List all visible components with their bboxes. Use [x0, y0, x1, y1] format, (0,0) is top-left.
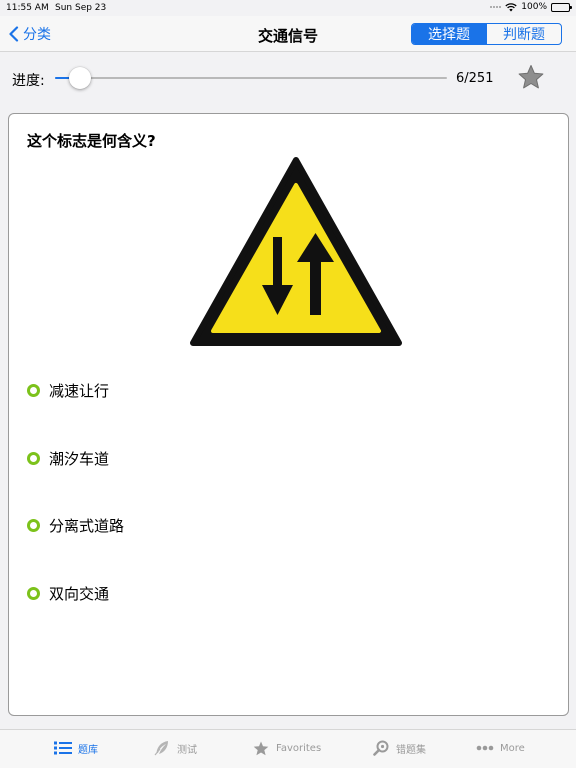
question-type-segmented-control: 选择题 判断题 [411, 23, 562, 45]
status-time: 11:55 AM [6, 3, 49, 13]
radio-icon [27, 452, 40, 465]
tab-favorites[interactable]: Favorites [252, 740, 321, 756]
tab-label: 错题集 [396, 744, 426, 756]
option-label: 减速让行 [49, 382, 110, 400]
tab-label: 测试 [177, 744, 197, 756]
option-slow-yield[interactable]: 减速让行 [27, 380, 109, 401]
slider-track [55, 77, 447, 79]
wifi-icon [505, 2, 517, 11]
segment-true-false[interactable]: 判断题 [486, 24, 561, 44]
option-label: 分离式道路 [49, 517, 125, 535]
segment-multiple-choice[interactable]: 选择题 [412, 24, 486, 44]
signal-dots-icon [490, 6, 502, 8]
option-divided-road[interactable]: 分离式道路 [27, 515, 124, 536]
feather-icon [153, 740, 171, 756]
option-label: 双向交通 [49, 585, 110, 603]
question-card: 这个标志是何含义? 减速让行 潮汐车道 分离式道路 双向交通 [8, 113, 569, 716]
battery-percent: 100% [521, 2, 547, 12]
tab-wrong-answers[interactable]: 错题集 [372, 740, 426, 756]
tab-label: More [500, 742, 525, 754]
list-icon [54, 740, 72, 756]
option-two-way-traffic[interactable]: 双向交通 [27, 583, 109, 604]
question-text: 这个标志是何含义? [27, 132, 156, 150]
radio-icon [27, 519, 40, 532]
tab-test[interactable]: 测试 [153, 740, 197, 756]
progress-count: 6/251 [456, 71, 494, 86]
navigation-bar: 分类 交通信号 选择题 判断题 [0, 16, 576, 52]
search-icon [372, 740, 390, 756]
tab-bar: 题库 测试 Favorites 错题集 More [0, 729, 576, 768]
option-label: 潮汐车道 [49, 450, 110, 468]
progress-label: 进度: [12, 73, 45, 89]
battery-icon [551, 2, 572, 12]
option-tidal-lane[interactable]: 潮汐车道 [27, 448, 109, 469]
radio-icon [27, 587, 40, 600]
tab-more[interactable]: More [476, 740, 525, 756]
tab-question-bank[interactable]: 题库 [54, 740, 98, 756]
two-way-traffic-sign-icon [190, 157, 402, 346]
status-right: 100% [490, 2, 572, 12]
tab-label: Favorites [276, 742, 322, 754]
status-bar: 11:55 AM Sun Sep 23 100% [0, 0, 576, 16]
star-icon [252, 740, 270, 756]
radio-icon [27, 384, 40, 397]
favorite-star-icon[interactable] [517, 64, 545, 90]
tab-label: 题库 [78, 744, 98, 756]
slider-thumb[interactable] [69, 67, 92, 89]
progress-slider[interactable] [55, 67, 447, 89]
status-date: Sun Sep 23 [55, 3, 107, 13]
more-icon [476, 740, 494, 756]
